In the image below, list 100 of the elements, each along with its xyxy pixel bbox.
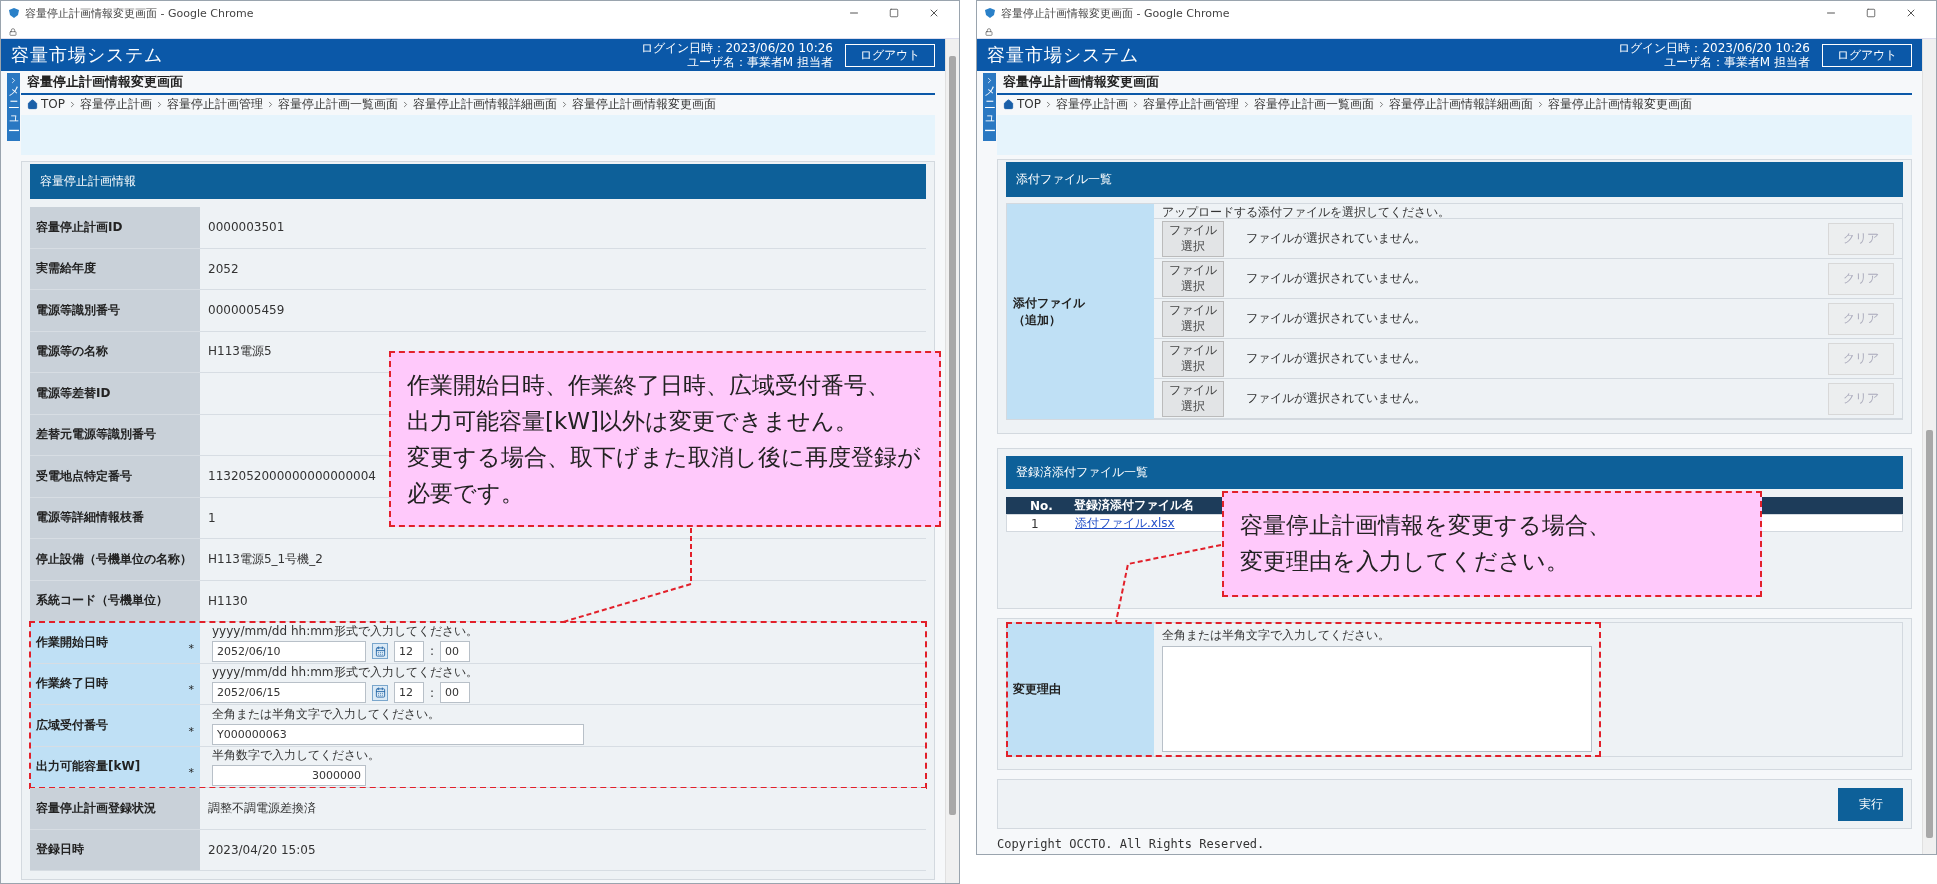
page-title: 容量停止計画情報変更画面 [21,71,935,95]
input-hint: 半角数字で入力してください。 [212,747,381,765]
field-label: 容量停止計画登録状況 [30,788,200,829]
field-label: 変更理由 [1007,623,1154,756]
breadcrumb-link[interactable]: TOP [1017,97,1041,111]
chevron-icon [985,76,994,85]
callout-text: 変更する場合、取下げまた取消し後に再度登録が [407,443,921,472]
logout-button[interactable]: ログアウト [845,43,935,67]
section-header: 登録済添付ファイル一覧 [1006,456,1903,489]
minute-field[interactable]: 00 [440,682,471,704]
input-hint: 全角または半角文字で入力してください。 [1162,627,1391,644]
calendar-button[interactable] [372,684,388,701]
callout-text: 変更理由を入力してください。 [1240,547,1569,576]
field-label: 電源等の名称 [30,331,200,372]
chevron-icon [1044,99,1053,109]
field-value: 2023/04/20 15:05 [208,842,316,857]
hour-field[interactable]: 12 [394,640,424,662]
user-name: ユーザ名：事業者M 担当者 [686,55,833,69]
required-mark: * [188,683,194,697]
chevron-icon [401,99,410,109]
time-separator: : [430,644,435,659]
calendar-icon [374,687,386,699]
breadcrumb-link[interactable]: 容量停止計画管理 [167,95,263,113]
minute-field[interactable]: 00 [440,640,471,662]
field-label: 登録日時 [30,829,200,870]
calendar-button[interactable] [372,643,388,660]
chevron-icon [155,99,164,109]
callout-text: 容量停止計画情報を変更する場合、 [1240,511,1611,540]
field-value: 1 [208,510,216,525]
field-value: H113電源5_1号機_2 [208,550,323,568]
chevron-icon [560,99,569,109]
chevron-icon [68,99,77,109]
home-icon [27,98,38,110]
hour-field[interactable]: 12 [394,682,424,704]
app-name: 容量市場システム [11,43,164,67]
file-status: ファイルが選択されていません。 [1246,310,1427,327]
file-status: ファイルが選択されていません。 [1246,350,1427,367]
field-label: 実需給年度 [30,248,200,289]
section-header: 容量停止計画情報 [30,164,926,199]
app-name: 容量市場システム [987,43,1140,67]
column-header: 登録済添付ファイル名 [1073,497,1195,514]
breadcrumb-link[interactable]: 容量停止計画情報詳細画面 [413,95,557,113]
lock-icon [985,27,993,36]
chevron-icon [1242,99,1251,109]
chevron-icon [1131,99,1140,109]
field-label: 出力可能容量[kW] [36,758,141,776]
page-title: 容量停止計画情報変更画面 [997,71,1912,95]
field-value: H113電源5 [208,343,272,361]
field-value: 1132052000000000000004 [208,469,376,484]
breadcrumb-link[interactable]: 容量停止計画情報変更画面 [1548,95,1692,113]
required-mark: * [188,641,194,655]
breadcrumb-link[interactable]: 容量停止計画情報変更画面 [572,95,716,113]
field-label: 系統コード（号機単位） [30,580,200,621]
text-field[interactable]: Y000000063 [212,723,584,745]
copyright: Copyright OCCTO. All Rights Reserved. [997,837,1266,851]
shield-icon [9,8,19,18]
menu-tab-label: メニュー [7,85,20,138]
number-field[interactable]: 3000000 [212,765,366,787]
menu-tab-label: メニュー [983,85,996,138]
chevron-icon [266,99,275,109]
file-status: ファイルが選択されていません。 [1246,390,1427,407]
maximize-icon [1866,8,1876,18]
file-link[interactable]: 添付ファイル.xlsx [1075,515,1175,532]
maximize-icon [889,8,899,18]
input-hint: yyyy/mm/dd hh:mm形式で入力してください。 [212,622,479,640]
chevron-icon [9,76,18,85]
breadcrumb-link[interactable]: 容量停止計画一覧画面 [1254,95,1374,113]
breadcrumb-link[interactable]: 容量停止計画 [1056,95,1128,113]
logout-button[interactable]: ログアウト [1822,43,1912,67]
breadcrumb-link[interactable]: 容量停止計画情報詳細画面 [1389,95,1533,113]
file-status: ファイルが選択されていません。 [1246,230,1427,247]
field-value: 0000003501 [208,220,285,235]
field-label: 差替元電源等識別番号 [30,414,200,455]
menu-tab[interactable]: メニュー [7,73,20,141]
menu-tab[interactable]: メニュー [983,73,996,141]
calendar-icon [374,645,386,657]
field-value: 0000005459 [208,303,285,318]
breadcrumb-link[interactable]: 容量停止計画管理 [1143,95,1239,113]
reason-field[interactable] [1162,646,1592,752]
date-field[interactable]: 2052/06/15 [212,682,366,704]
breadcrumb-link[interactable]: 容量停止計画一覧画面 [278,95,398,113]
field-label: 電源等差替ID [30,373,200,414]
execute-button[interactable]: 実行 [1838,787,1903,821]
chevron-icon [1536,99,1545,109]
close-icon [928,7,940,19]
user-name: ユーザ名：事業者M 担当者 [1663,55,1810,69]
breadcrumb-link[interactable]: TOP [41,97,65,111]
callout-text: 出力可能容量[kW]以外は変更できません。 [407,407,858,436]
date-field[interactable]: 2052/06/10 [212,640,366,662]
field-value: 2052 [208,261,239,276]
login-time: ログイン日時：2023/06/20 10:26 [641,41,833,55]
field-label: 作業開始日時 [36,633,108,651]
lock-icon [9,27,17,36]
field-label: 広域受付番号 [36,716,108,734]
home-icon [1003,98,1014,110]
field-label: 停止設備（号機単位の名称） [30,539,200,580]
table-cell-text: 1 [1030,516,1040,531]
breadcrumb-link[interactable]: 容量停止計画 [80,95,152,113]
field-label: 作業終了日時 [36,675,108,693]
callout-text: 作業開始日時、作業終了日時、広域受付番号、 [407,371,890,400]
